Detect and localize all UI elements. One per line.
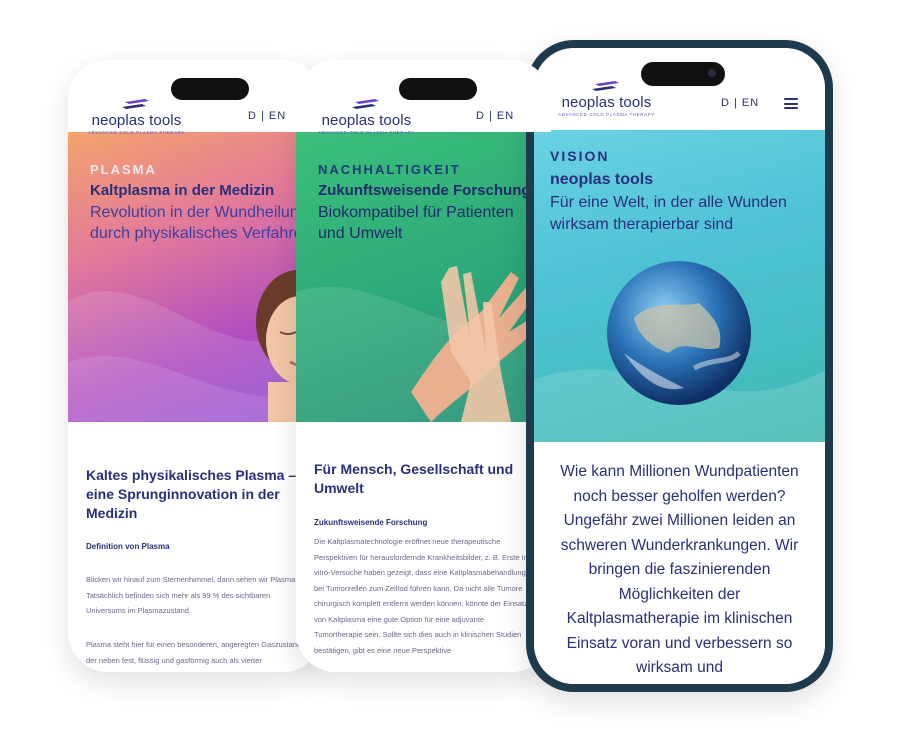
brand-name: neoplas tools xyxy=(321,112,412,129)
language-switcher[interactable]: D | EN xyxy=(476,110,514,122)
paragraph-1: Blicken wir hinauf zum Sternenhimmel, da… xyxy=(86,575,298,615)
section-heading: Für Mensch, Gesellschaft und Umwelt xyxy=(314,461,514,496)
brand-mark-icon xyxy=(352,99,380,109)
hero-nachhaltigkeit: NACHHALTIGKEIT Zukunftsweisende Forschun… xyxy=(296,132,551,422)
brand-name: neoplas tools xyxy=(91,112,182,129)
hero-title: Kaltplasma in der Medizin xyxy=(90,182,275,199)
dynamic-island xyxy=(641,62,725,86)
brand-tagline: ADVANCED COLD PLASMA THERAPY xyxy=(318,130,415,135)
language-switcher[interactable]: D | EN xyxy=(721,97,759,109)
hero-plasma: PLASMA Kaltplasma in der Medizin Revolut… xyxy=(68,132,323,422)
hero-kicker: PLASMA xyxy=(90,162,157,177)
hero-subtitle: Biokompatibel für Patienten und Umwelt xyxy=(318,204,514,242)
dynamic-island xyxy=(399,78,477,100)
section-subheading: Definition von Plasma xyxy=(86,542,170,551)
hero-title: Zukunftsweisende Forschung xyxy=(318,182,531,199)
phone-nachhaltigkeit-screen: neoplas tools ADVANCED COLD PLASMA THERA… xyxy=(296,60,551,672)
earth-globe-image xyxy=(607,261,751,405)
brand-tagline: ADVANCED COLD PLASMA THERAPY xyxy=(558,112,655,117)
brand-mark-icon xyxy=(122,99,150,109)
brand-logo[interactable]: neoplas tools ADVANCED COLD PLASMA THERA… xyxy=(558,80,655,117)
content-plasma: Kaltes physikalisches Plasma – eine Spru… xyxy=(68,422,323,672)
section-heading: Kaltes physikalisches Plasma – eine Spru… xyxy=(86,467,297,521)
hero-title: neoplas tools xyxy=(550,171,654,188)
hamburger-menu-icon[interactable] xyxy=(784,98,798,109)
section-subheading: Zukunftsweisende Forschung xyxy=(314,518,428,527)
phone-nachhaltigkeit: neoplas tools ADVANCED COLD PLASMA THERA… xyxy=(296,60,551,672)
paragraph: Die Kaltplasmatechnologie eröffnet neue … xyxy=(314,537,531,655)
site-header: neoplas tools ADVANCED COLD PLASMA THERA… xyxy=(534,48,825,130)
phone-vision: neoplas tools ADVANCED COLD PLASMA THERA… xyxy=(526,40,833,692)
phone-plasma: neoplas tools ADVANCED COLD PLASMA THERA… xyxy=(68,60,323,672)
brand-tagline: ADVANCED COLD PLASMA THERAPY xyxy=(88,130,185,135)
dynamic-island xyxy=(171,78,249,100)
brand-logo[interactable]: neoplas tools ADVANCED COLD PLASMA THERA… xyxy=(318,98,415,135)
hero-subtitle: Für eine Welt, in der alle Wunden wirksa… xyxy=(550,194,787,233)
brand-logo[interactable]: neoplas tools ADVANCED COLD PLASMA THERA… xyxy=(88,98,185,135)
hero-vision: VISION neoplas tools Für eine Welt, in d… xyxy=(534,130,825,442)
brand-name: neoplas tools xyxy=(561,94,652,111)
camera-icon xyxy=(708,69,716,77)
hero-kicker: NACHHALTIGKEIT xyxy=(318,162,461,177)
hero-subtitle: Revolution in der Wundheilung durch phys… xyxy=(90,204,312,242)
content-nachhaltigkeit: Für Mensch, Gesellschaft und Umwelt Zuku… xyxy=(296,422,551,672)
content-vision: Wie kann Millionen Wundpatienten noch be… xyxy=(534,442,825,684)
vision-paragraph: Wie kann Millionen Wundpatienten noch be… xyxy=(560,463,799,676)
phone-plasma-screen: neoplas tools ADVANCED COLD PLASMA THERA… xyxy=(68,60,323,672)
hero-kicker: VISION xyxy=(550,148,610,164)
language-switcher[interactable]: D | EN xyxy=(248,110,286,122)
brand-mark-icon xyxy=(592,81,620,91)
phone-vision-screen: neoplas tools ADVANCED COLD PLASMA THERA… xyxy=(534,48,825,684)
paragraph-2: Plasma steht hier für einen besonderen, … xyxy=(86,640,302,665)
